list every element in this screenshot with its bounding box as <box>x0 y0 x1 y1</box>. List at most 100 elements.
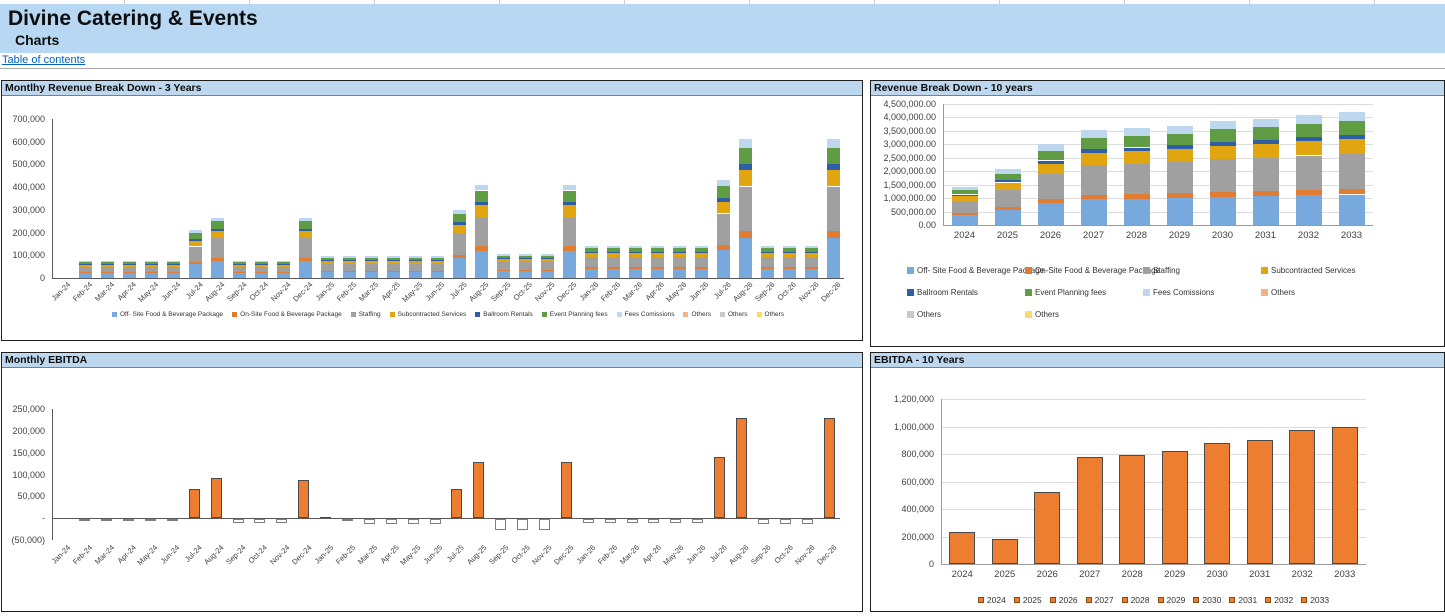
bar-segment <box>783 267 796 269</box>
bar-segment <box>805 269 818 278</box>
bar-segment <box>805 246 818 248</box>
x-axis-label: May-26 <box>661 543 685 567</box>
y-tick-label: 4,500,000.00 <box>871 99 936 109</box>
legend-swatch-icon <box>683 312 688 317</box>
panel-monthly-revenue-3y: Montlhy Revenue Break Down - 3 Years 700… <box>1 80 863 341</box>
y-tick-label: 2,000,000.00 <box>871 166 936 176</box>
x-axis-label: Nov-24 <box>269 280 292 303</box>
bar <box>780 519 791 523</box>
x-axis-label: Dec-24 <box>291 280 314 303</box>
x-axis-label: Sep-24 <box>225 280 248 303</box>
bar <box>1204 443 1230 564</box>
ebitda-10y-chart[interactable]: 1,200,0001,000,000800,000600,000400,0002… <box>871 368 1444 611</box>
bar-segment <box>1210 192 1236 197</box>
revenue-10y-chart[interactable]: 4,500,000.004,000,000.003,500,000.003,00… <box>871 96 1444 346</box>
bar-segment <box>519 262 532 270</box>
bar-segment <box>761 269 774 278</box>
legend-item: 2028 <box>1122 595 1150 605</box>
bar-segment <box>673 257 686 267</box>
y-tick-label: 3,500,000.00 <box>871 126 936 136</box>
bar-segment <box>101 264 114 265</box>
bar-segment <box>167 264 180 265</box>
bar <box>495 519 506 530</box>
x-axis-label: Dec-24 <box>290 543 313 566</box>
bar-segment <box>695 269 708 278</box>
bar-segment <box>695 252 708 253</box>
bar-segment <box>1038 144 1064 151</box>
bar-segment <box>189 241 202 247</box>
x-axis-label: Apr-24 <box>116 543 138 565</box>
bar-segment <box>497 254 510 255</box>
bar-segment <box>101 267 114 273</box>
bar <box>451 489 462 519</box>
bar-segment <box>673 269 686 278</box>
legend-swatch-icon <box>907 289 914 296</box>
gridline <box>941 399 1366 400</box>
table-of-contents-link[interactable]: Table of contents <box>2 54 85 66</box>
x-axis-label: Oct-26 <box>772 543 794 565</box>
x-axis-label: 2027 <box>1072 230 1115 241</box>
x-axis-label: Jul-25 <box>445 543 466 564</box>
x-axis-label: Mar-24 <box>93 280 116 303</box>
bar-segment <box>541 254 554 255</box>
bar-segment <box>1253 144 1279 158</box>
bar-segment <box>739 148 752 165</box>
bar-segment <box>299 261 312 279</box>
bar-segment <box>1081 195 1107 200</box>
legend-swatch-icon <box>1025 267 1032 274</box>
x-axis-label: 2032 <box>1287 230 1330 241</box>
bar-segment <box>952 190 978 195</box>
bar-segment <box>475 202 488 206</box>
legend-item: 2025 <box>1014 595 1042 605</box>
x-axis-label: May-26 <box>664 280 688 304</box>
bar-segment <box>717 202 730 214</box>
bar-segment <box>519 258 532 259</box>
legend-label: Others <box>728 311 748 318</box>
legend-label: 2033 <box>1310 595 1329 605</box>
x-axis-label: Jun-24 <box>160 280 183 303</box>
bar-segment <box>321 258 334 261</box>
bar-segment <box>211 258 224 261</box>
y-tick-label: 200,000 <box>2 426 45 436</box>
legend-swatch-icon <box>542 312 547 317</box>
legend-item: Subcontracted Services <box>390 311 467 318</box>
bar-segment <box>783 257 796 267</box>
x-axis-label: 2026 <box>1026 569 1069 580</box>
bar-segment <box>651 248 664 252</box>
bar-segment <box>123 261 136 262</box>
bar-segment <box>211 218 224 222</box>
bar-segment <box>651 252 664 253</box>
legend-label: 2025 <box>1023 595 1042 605</box>
bar-segment <box>673 252 686 253</box>
y-tick-label: 600,000 <box>871 477 934 487</box>
bar-segment <box>167 261 180 262</box>
x-axis-label: Aug-25 <box>465 543 488 566</box>
bar-segment <box>255 262 268 264</box>
legend-swatch-icon <box>1122 597 1128 603</box>
monthly-ebitda-chart[interactable]: 250,000200,000150,000100,00050,000-(50,0… <box>2 368 862 611</box>
bar-segment <box>167 265 180 267</box>
bar-segment <box>1253 196 1279 225</box>
bar-segment <box>1124 136 1150 148</box>
bar-segment <box>79 265 92 267</box>
bar-segment <box>519 271 532 278</box>
panel-revenue-10y: Revenue Break Down - 10 years 4,500,000.… <box>870 80 1445 347</box>
bar-segment <box>167 262 180 264</box>
legend-swatch-icon <box>1025 311 1032 318</box>
legend-label: 2031 <box>1238 595 1257 605</box>
bar-segment <box>1124 164 1150 194</box>
x-axis-label: Sep-25 <box>489 280 512 303</box>
legend-label: 2028 <box>1131 595 1150 605</box>
bar-segment <box>101 265 114 267</box>
bar-segment <box>739 164 752 170</box>
bar-segment <box>651 257 664 267</box>
x-axis-label: Jun-25 <box>424 280 447 303</box>
bar-segment <box>343 256 356 257</box>
bar-segment <box>211 238 224 257</box>
bar-segment <box>1081 153 1107 165</box>
x-axis-label: Mar-26 <box>618 543 641 566</box>
bar-segment <box>101 262 114 264</box>
monthly-revenue-chart[interactable]: 700,000600,000500,000400,000300,000200,0… <box>2 96 862 340</box>
x-axis-label: 2033 <box>1330 230 1373 241</box>
bar <box>254 519 265 523</box>
